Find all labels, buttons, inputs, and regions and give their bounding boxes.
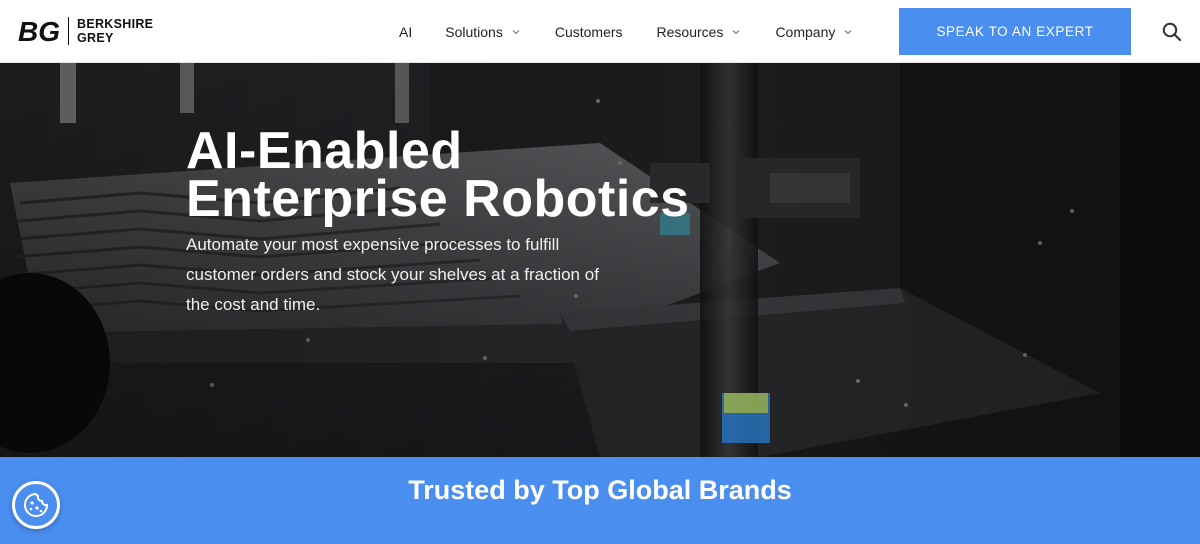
chevron-down-icon bbox=[844, 29, 852, 34]
top-navigation: BG BERKSHIRE GREY AI Solutions Customers… bbox=[0, 0, 1200, 63]
menu-item-label: Resources bbox=[656, 23, 724, 40]
trusted-brands-heading: Trusted by Top Global Brands bbox=[408, 475, 792, 505]
menu-item-company[interactable]: Company bbox=[775, 24, 853, 40]
hero-subtitle: Automate your most expensive processes t… bbox=[186, 235, 599, 314]
menu-item-customers[interactable]: Customers bbox=[555, 24, 623, 40]
cookie-icon bbox=[24, 492, 49, 517]
logo-wordmark: BERKSHIRE GREY bbox=[77, 17, 153, 45]
chevron-down-icon bbox=[512, 29, 520, 34]
hero-title: AI-Enabled Enterprise Robotics bbox=[186, 125, 806, 225]
logo-line-1: BERKSHIRE bbox=[77, 17, 154, 31]
menu-item-solutions[interactable]: Solutions bbox=[445, 24, 521, 40]
menu-item-label: Solutions bbox=[445, 23, 503, 40]
bg-logo-mark-icon: BG bbox=[18, 16, 60, 46]
menu-item-label: Customers bbox=[554, 23, 623, 40]
menu-item-label: Company bbox=[775, 23, 836, 40]
speak-to-expert-button[interactable]: SPEAK TO AN EXPERT bbox=[899, 8, 1131, 55]
hero-title-line-2: Enterprise Robotics bbox=[186, 170, 690, 228]
hero-section: AI-Enabled Enterprise Robotics Automate … bbox=[0, 63, 1200, 457]
search-icon[interactable] bbox=[1161, 21, 1183, 43]
chevron-down-icon bbox=[732, 29, 740, 34]
logo-divider bbox=[68, 17, 69, 45]
cookie-settings-button[interactable] bbox=[12, 481, 60, 529]
berkshire-grey-logo[interactable]: BG BERKSHIRE GREY bbox=[18, 16, 153, 46]
logo-line-2: GREY bbox=[77, 31, 114, 45]
menu-item-resources[interactable]: Resources bbox=[657, 24, 742, 40]
trusted-brands-section: Trusted by Top Global Brands bbox=[0, 457, 1200, 544]
main-menu: AI Solutions Customers Resources Company bbox=[399, 0, 887, 63]
svg-text:BG: BG bbox=[18, 16, 60, 46]
menu-item-label: AI bbox=[399, 23, 413, 40]
menu-item-ai[interactable]: AI bbox=[399, 24, 412, 40]
